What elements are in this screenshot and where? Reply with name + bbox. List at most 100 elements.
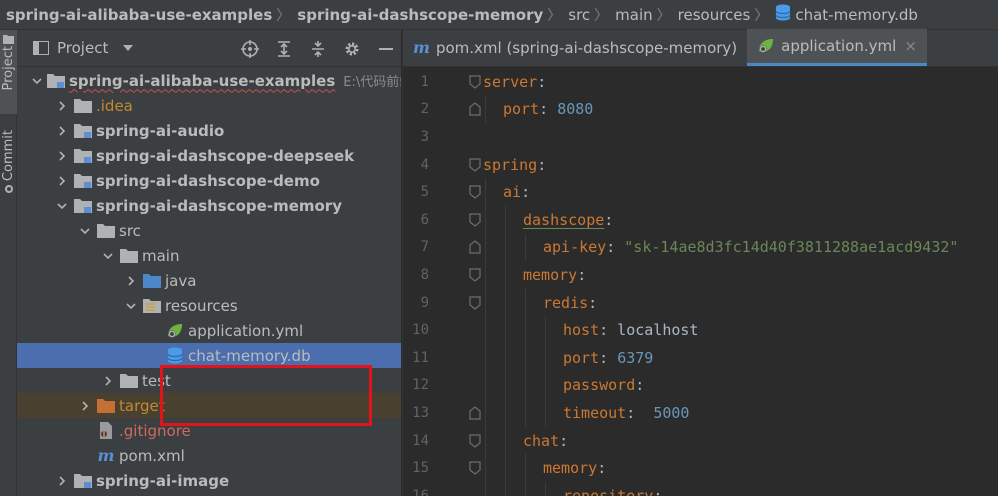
commit-tool-button[interactable]: Commit (0, 130, 17, 210)
tree-node[interactable]: spring-ai-alibaba-use-examples E:\代码前端文 (17, 68, 401, 93)
editor-area: m pom.xml (spring-ai-dashscope-memory) app… (402, 29, 998, 496)
fold-open-icon[interactable] (469, 213, 481, 227)
fold-close-icon[interactable] (469, 240, 481, 254)
tree-node[interactable]: main (17, 243, 401, 268)
breadcrumb-item[interactable]: chat-memory.db (775, 4, 918, 25)
code-line[interactable]: 10 host: localhost (403, 316, 998, 344)
code-line[interactable]: 13 timeout: 5000 (403, 399, 998, 427)
chevron-right-icon[interactable] (54, 98, 70, 114)
chevron-right-icon[interactable] (100, 373, 116, 389)
project-panel: Project spring-ai-alibaba-use-examples E:… (17, 30, 401, 496)
fold-open-icon[interactable] (469, 185, 481, 199)
chevron-right-icon[interactable] (123, 273, 139, 289)
tree-node[interactable]: .idea (17, 93, 401, 118)
code-token: : (635, 376, 645, 395)
chevron-down-icon[interactable] (122, 44, 134, 52)
code-line[interactable]: 5 ai: (403, 178, 998, 206)
database-icon (775, 4, 791, 25)
code-line[interactable]: 8 memory: (403, 261, 998, 289)
tree-node[interactable]: spring-ai-audio (17, 118, 401, 143)
tab-pom-xml[interactable]: m pom.xml (spring-ai-dashscope-memory) (403, 29, 747, 66)
tree-node[interactable]: target (17, 393, 401, 418)
code-text: password: (563, 376, 644, 394)
indent-guide (545, 371, 546, 400)
chevron-down-icon[interactable] (100, 248, 116, 264)
tree-node[interactable]: spring-ai-dashscope-demo (17, 168, 401, 193)
breadcrumb-item[interactable]: src (568, 6, 590, 24)
tree-node[interactable]: chat-memory.db (17, 343, 401, 368)
gear-icon[interactable] (343, 40, 361, 58)
tree-node[interactable]: m pom.xml (17, 443, 401, 468)
breadcrumb-item[interactable]: spring-ai-dashscope-memory (297, 6, 543, 24)
fold-open-icon[interactable] (469, 268, 481, 282)
tree-node[interactable]: spring-ai-dashscope-memory (17, 193, 401, 218)
breadcrumb-label: resources (677, 5, 751, 24)
fold-close-icon[interactable] (469, 102, 481, 116)
fold-open-icon[interactable] (469, 461, 481, 475)
fold-open-icon[interactable] (469, 157, 481, 172)
crosshair-icon[interactable] (241, 39, 259, 58)
fold-close-icon[interactable] (469, 406, 481, 420)
tree-node-label: resources (165, 296, 238, 315)
chevron-down-icon[interactable] (54, 198, 70, 214)
chevron-right-icon[interactable] (54, 123, 70, 139)
chevron-right-icon[interactable] (54, 148, 70, 164)
project-panel-title[interactable]: Project (57, 39, 108, 57)
code-token: port (503, 100, 540, 119)
chevron-right-icon[interactable] (54, 473, 70, 489)
indent-guide (485, 205, 486, 234)
code-token: server (483, 72, 538, 91)
code-editor[interactable]: 1 server: 2 port: 8080 3 4 spring: 5 ai: 6 dashsco… (403, 68, 998, 496)
spring-config-icon (757, 38, 775, 54)
tree-node[interactable]: resources (17, 293, 401, 318)
breadcrumb-label: main (615, 5, 653, 24)
code-line[interactable]: 15 memory: (403, 454, 998, 482)
code-token: memory (523, 265, 578, 284)
code-line[interactable]: 9 redis: (403, 288, 998, 317)
tree-node[interactable]: spring-ai-image (17, 468, 401, 493)
code-line[interactable]: 16 repository: (403, 481, 998, 496)
code-line[interactable]: 11 port: 6379 (403, 343, 998, 372)
indent-guide (525, 288, 526, 317)
breadcrumb-item[interactable]: spring-ai-alibaba-use-examples (6, 6, 272, 24)
tree-node[interactable]: spring-ai-dashscope-deepseek (17, 143, 401, 168)
code-line[interactable]: 14 chat: (403, 426, 998, 455)
minimize-icon[interactable] (377, 40, 395, 58)
line-number: 10 (412, 322, 429, 339)
expand-all-icon[interactable] (275, 40, 293, 58)
breadcrumb-item[interactable]: main (615, 6, 652, 24)
tree-node[interactable]: src (17, 218, 401, 243)
indent-guide (485, 261, 486, 289)
chevron-down-icon[interactable] (123, 298, 139, 314)
close-icon[interactable]: × (904, 37, 917, 55)
project-tool-button[interactable]: Project (0, 30, 17, 114)
tree-node[interactable]: test (17, 368, 401, 393)
fold-open-icon[interactable] (469, 75, 481, 89)
code-token: 6379 (617, 348, 654, 367)
fold-open-icon[interactable] (469, 433, 481, 448)
breadcrumb-item[interactable]: resources (678, 6, 751, 24)
code-line[interactable]: 6 dashscope: (403, 205, 998, 234)
breadcrumb-label: chat-memory.db (795, 5, 918, 24)
code-line[interactable]: 1 server: (403, 68, 998, 96)
code-line[interactable]: 3 (403, 123, 998, 151)
code-line[interactable]: 12 password: (403, 371, 998, 400)
chevron-down-icon[interactable] (77, 223, 93, 239)
chevron-down-icon[interactable] (31, 73, 43, 89)
line-number: 12 (412, 377, 429, 394)
collapse-all-icon[interactable] (309, 40, 327, 58)
code-line[interactable]: 4 spring: (403, 151, 998, 179)
tree-node[interactable]: .gitignore (17, 418, 401, 443)
code-line[interactable]: 7 api-key: "sk-14ae8d3fc14d40f3811288ae1a… (403, 233, 998, 262)
tree-node[interactable]: application.yml (17, 318, 401, 343)
chevron-right-icon[interactable] (77, 398, 93, 414)
fold-open-icon[interactable] (469, 295, 481, 310)
tab-application-yml[interactable]: application.yml × (747, 29, 927, 66)
code-token: : (537, 72, 547, 91)
code-token: : (653, 486, 663, 496)
line-number: 11 (412, 349, 429, 366)
code-line[interactable]: 2 port: 8080 (403, 95, 998, 124)
tree-node[interactable]: java (17, 268, 401, 293)
chevron-right-icon[interactable] (54, 173, 70, 189)
